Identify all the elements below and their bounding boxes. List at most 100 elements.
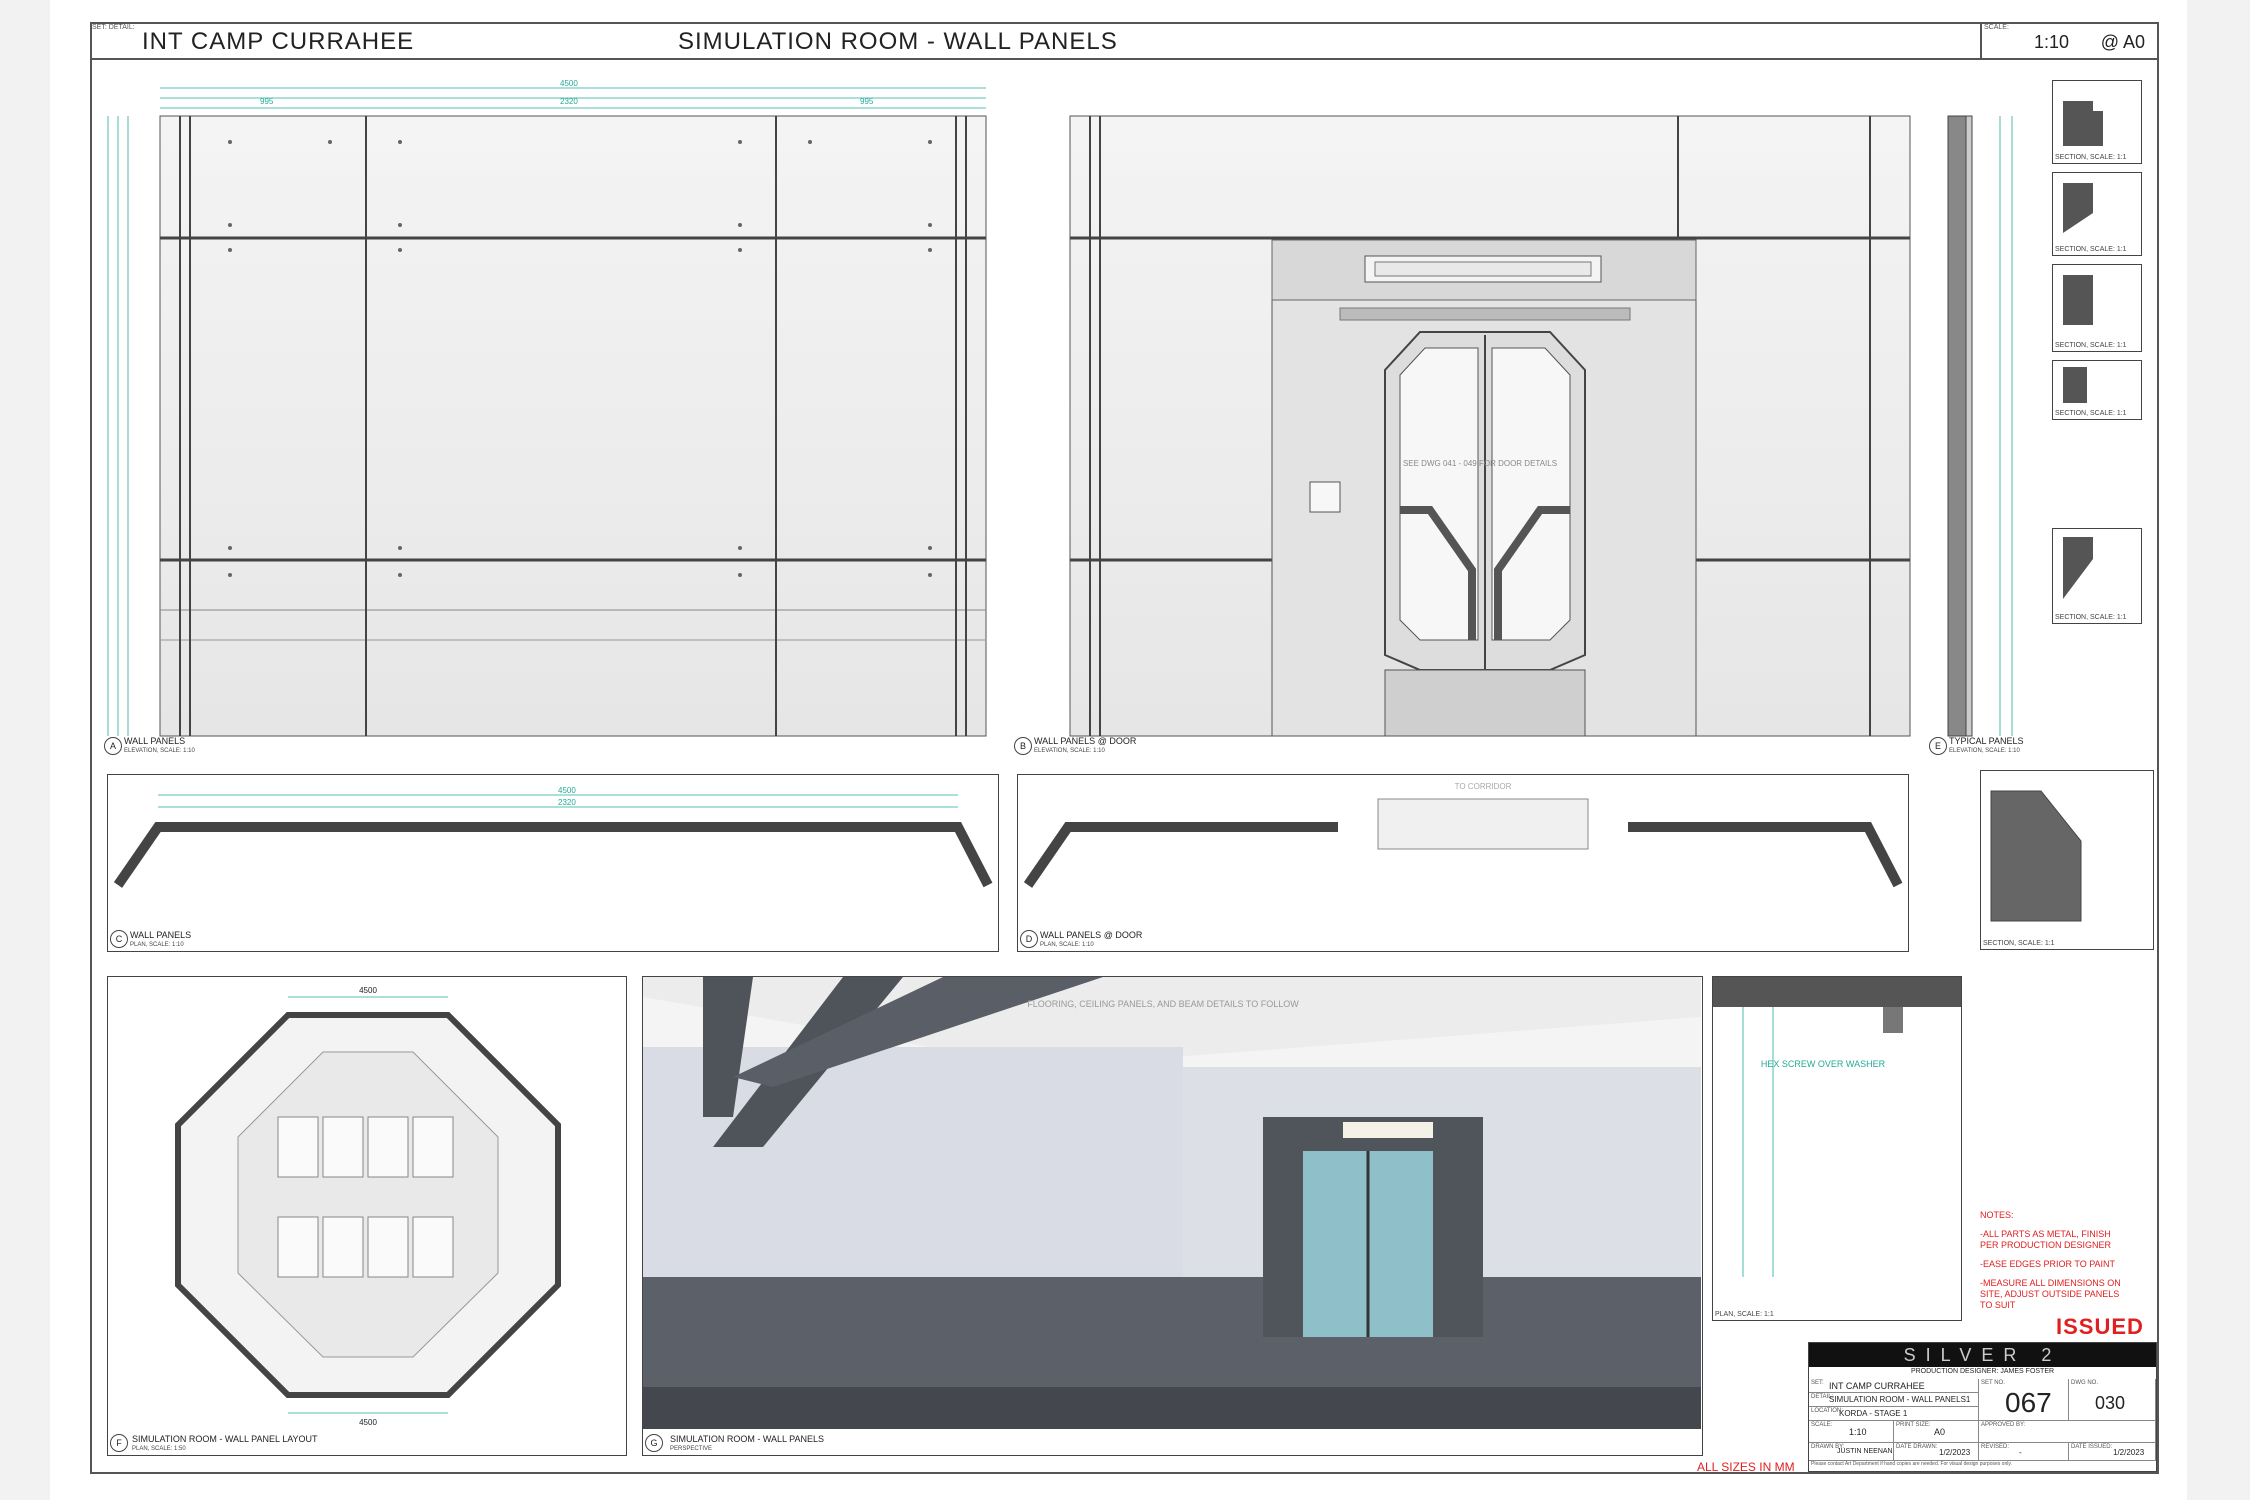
svg-text:4500: 4500: [558, 786, 576, 795]
notes-block: NOTES: -ALL PARTS AS METAL, FINISH PER P…: [1980, 1210, 2130, 1311]
tb-date-label: DATE DRAWN:: [1896, 1444, 1938, 1450]
view-b-title: WALL PANELS @ DOOR: [1034, 736, 1137, 746]
wall-panels-door-elevation: SEE DWG 041 - 049 FOR DOOR DETAILS: [1069, 115, 1911, 737]
view-g-sub: PERSPECTIVE: [670, 1446, 713, 1452]
all-sizes-note: ALL SIZES IN MM: [1697, 1460, 1795, 1474]
wall-panels-elevation: 4500 2320 995 995: [107, 80, 987, 737]
set-name: INT CAMP CURRAHEE: [142, 28, 415, 55]
tb-date: 1/2/2023: [1939, 1448, 1971, 1457]
production-designer: PRODUCTION DESIGNER: JAMES FOSTER: [1910, 1368, 2055, 1375]
section-detail-1: SECTION, SCALE: 1:1: [2052, 80, 2142, 164]
tb-issued-label: DATE ISSUED:: [2071, 1444, 2113, 1450]
view-f-sub: PLAN, SCALE: 1:50: [132, 1446, 186, 1452]
typical-panels-side: [1947, 115, 2013, 737]
view-b-marker: B: [1014, 737, 1032, 755]
view-a-title: WALL PANELS: [124, 736, 186, 746]
view-b-sub: ELEVATION, SCALE: 1:10: [1034, 748, 1105, 754]
perspective-note: FLOORING, CEILING PANELS, AND BEAM DETAI…: [1027, 999, 1299, 1009]
section-2-label: SECTION, SCALE: 1:1: [2055, 246, 2127, 253]
tb-print: A0: [1934, 1427, 1946, 1437]
view-g-title: SIMULATION ROOM - WALL PANELS: [670, 1434, 825, 1444]
tb-issued-date: 1/2/2023: [2113, 1448, 2145, 1457]
view-f-marker: F: [110, 1434, 128, 1452]
octagon-dim-top: 4500: [359, 986, 377, 995]
view-f-title: SIMULATION ROOM - WALL PANEL LAYOUT: [132, 1434, 318, 1444]
view-e-marker: E: [1929, 737, 1947, 755]
header-divider: [1980, 22, 1982, 58]
view-g-caption: SIMULATION ROOM - WALL PANELS PERSPECTIV…: [670, 1434, 824, 1454]
section-1-label: SECTION, SCALE: 1:1: [2055, 154, 2127, 161]
paper-size: @ A0: [2100, 32, 2145, 52]
scale-label: SCALE:: [1984, 24, 2009, 31]
tb-scale: 1:10: [1849, 1427, 1867, 1437]
set-label: SET: DETAIL:: [92, 24, 135, 31]
dim-panel-left: 995: [260, 97, 274, 106]
tb-set-label: SET:: [1811, 1380, 1824, 1386]
view-b-caption: WALL PANELS @ DOOR ELEVATION, SCALE: 1:1…: [1034, 736, 1136, 756]
dim-inner: 2320: [560, 97, 578, 106]
tb-detail: SIMULATION ROOM - WALL PANELS1: [1829, 1395, 1971, 1404]
view-c-caption: WALL PANELS PLAN, SCALE: 1:10: [130, 930, 191, 950]
tb-dwg: 030: [2095, 1393, 2126, 1413]
wall-panels-plan: 4500 2320: [107, 774, 999, 952]
section-detail-2: SECTION, SCALE: 1:1: [2052, 172, 2142, 256]
view-d-marker: D: [1020, 930, 1038, 948]
view-e-sub: ELEVATION, SCALE: 1:10: [1949, 748, 2020, 754]
tb-set-no-label: SET NO.: [1981, 1380, 2005, 1386]
view-e-title: TYPICAL PANELS: [1949, 736, 2024, 746]
view-d-sub: PLAN, SCALE: 1:10: [1040, 942, 1094, 948]
tb-revised-label: REVISED:: [1981, 1444, 2010, 1450]
corridor-label: TO CORRIDOR: [1455, 782, 1512, 791]
section-detail-3: SECTION, SCALE: 1:1: [2052, 264, 2142, 352]
view-d-title: WALL PANELS @ DOOR: [1040, 930, 1143, 940]
perspective-view: FLOORING, CEILING PANELS, AND BEAM DETAI…: [642, 976, 1703, 1456]
title-block: SILVER 2 PRODUCTION DESIGNER: JAMES FOST…: [1808, 1342, 2157, 1472]
section-detail-large: SECTION, SCALE: 1:1: [1980, 770, 2154, 950]
section-detail-4: SECTION, SCALE: 1:1: [2052, 360, 2142, 420]
wall-panel-layout-plan: 4500 4500: [107, 976, 627, 1456]
view-a-caption: WALL PANELS ELEVATION, SCALE: 1:10: [124, 736, 195, 756]
tb-drawn: JUSTIN NEENAN: [1837, 1448, 1893, 1455]
note-2: -EASE EDGES PRIOR TO PAINT: [1980, 1259, 2116, 1269]
tb-footer: Please contact Art Department if hand co…: [1811, 1461, 2012, 1467]
view-f-caption: SIMULATION ROOM - WALL PANEL LAYOUT PLAN…: [132, 1434, 318, 1454]
section-large-label: SECTION, SCALE: 1:1: [1983, 940, 2055, 947]
dim-overall: 4500: [560, 80, 578, 88]
view-a-sub: ELEVATION, SCALE: 1:10: [124, 748, 195, 754]
hex-screw-note: HEX SCREW OVER WASHER: [1761, 1059, 1886, 1069]
tb-revised: -: [2019, 1448, 2022, 1457]
view-c-sub: PLAN, SCALE: 1:10: [130, 942, 184, 948]
logo: SILVER 2: [1903, 1345, 2062, 1365]
view-c-marker: C: [110, 930, 128, 948]
tb-approved-label: APPROVED BY:: [1981, 1422, 2026, 1428]
issued-stamp: ISSUED: [2056, 1314, 2144, 1339]
drawing-header: SET: DETAIL: INT CAMP CURRAHEE SIMULATIO…: [90, 22, 2159, 60]
scale-value: 1:10: [2033, 32, 2069, 52]
view-g-marker: G: [645, 1434, 663, 1452]
tb-print-label: PRINT SIZE:: [1896, 1422, 1931, 1428]
wall-panels-door-plan: TO CORRIDOR: [1017, 774, 1909, 952]
note-3: -MEASURE ALL DIMENSIONS ON SITE, ADJUST …: [1980, 1278, 2121, 1310]
section-3-label: SECTION, SCALE: 1:1: [2055, 342, 2127, 349]
note-1: -ALL PARTS AS METAL, FINISH PER PRODUCTI…: [1980, 1229, 2112, 1250]
section-4-label: SECTION, SCALE: 1:1: [2055, 410, 2127, 417]
dim-panel-right: 995: [860, 97, 874, 106]
detail-name: SIMULATION ROOM - WALL PANELS: [678, 28, 1118, 55]
door-note: SEE DWG 041 - 049 FOR DOOR DETAILS: [1403, 459, 1557, 468]
tb-set-no: 067: [2005, 1387, 2052, 1418]
tb-dwg-label: DWG NO.: [2071, 1380, 2098, 1386]
section-detail-5: SECTION, SCALE: 1:1: [2052, 528, 2142, 624]
view-d-caption: WALL PANELS @ DOOR PLAN, SCALE: 1:10: [1040, 930, 1142, 950]
logo-banner: SILVER 2: [1809, 1343, 2156, 1367]
detail-h-label: PLAN, SCALE: 1:1: [1715, 1311, 1774, 1318]
tb-set: INT CAMP CURRAHEE: [1829, 1381, 1925, 1391]
view-e-caption: TYPICAL PANELS ELEVATION, SCALE: 1:10: [1949, 736, 2024, 756]
hex-screw-detail: HEX SCREW OVER WASHER PLAN, SCALE: 1:1: [1712, 976, 1962, 1321]
tb-scale-label: SCALE:: [1811, 1422, 1833, 1428]
tb-location: KORDA - STAGE 1: [1839, 1409, 1908, 1418]
notes-heading: NOTES:: [1980, 1210, 2014, 1220]
section-5-label: SECTION, SCALE: 1:1: [2055, 614, 2127, 621]
svg-text:2320: 2320: [558, 798, 576, 807]
view-a-marker: A: [104, 737, 122, 755]
octagon-dim-bottom: 4500: [359, 1418, 377, 1427]
